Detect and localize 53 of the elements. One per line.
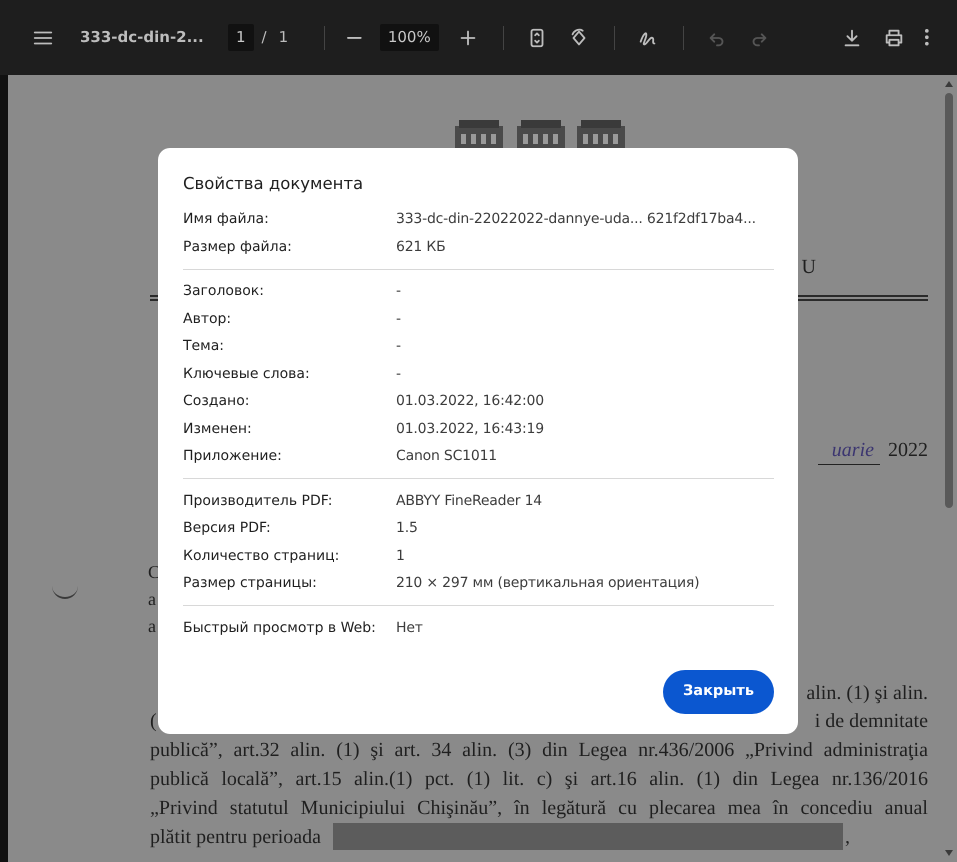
scrollbar-thumb[interactable] <box>944 93 952 508</box>
page-count: 1 <box>278 27 288 48</box>
close-button[interactable]: Закрыть <box>663 670 774 714</box>
property-value: Нет <box>396 618 423 638</box>
text-line: publică”, art.32 alin. (1) şi art. 34 alin. (3) din Legea nr.436/2006 „Privind administraţia <box>150 738 928 764</box>
property-label: Тема: <box>183 337 226 356</box>
property-label: Изменен: <box>183 420 253 438</box>
property-value: - <box>396 310 401 328</box>
property-label: Производитель PDF: <box>183 492 334 510</box>
minus-icon <box>347 36 362 38</box>
property-label: Версия PDF: <box>183 519 272 538</box>
text-line: „Privind statutul Municipiului Chişinău”, în legătură cu plecarea mea în concediu anual <box>150 796 928 821</box>
text-line: plătit pentru perioada <box>150 824 322 850</box>
document-title: 333-dc-din-2... <box>80 27 205 48</box>
property-label: Приложение: <box>183 447 283 466</box>
property-value: 1.5 <box>396 519 418 538</box>
property-label: Размер страницы: <box>183 574 318 593</box>
dialog-title: Свойства документа <box>183 173 364 195</box>
property-label: Размер файла: <box>183 238 293 256</box>
property-value: 01.03.2022, 16:43:19 <box>396 420 544 438</box>
text-fragment: a <box>148 588 156 609</box>
handwritten-date: uarie <box>818 436 880 465</box>
property-label: Имя файла: <box>183 210 270 229</box>
header-text: U <box>802 255 816 280</box>
text-fragment: i de demnitate <box>814 709 928 734</box>
scroll-down-icon[interactable] <box>944 850 952 856</box>
property-label: Автор: <box>183 310 232 328</box>
property-label: Ключевые слова: <box>183 364 311 384</box>
text-fragment: alin. (1) şi alin. <box>806 680 928 706</box>
text-fragment: , <box>845 824 850 850</box>
property-label: Создано: <box>183 392 250 411</box>
property-value: ABBYY FineReader 14 <box>396 492 542 510</box>
property-value: - <box>396 364 401 384</box>
text-fragment: ( <box>150 709 157 734</box>
text-line: publică locală”, art.15 alin.(1) pct. (1) lit. c) şi art.16 alin. (1) din Legea nr.136/2016 <box>150 766 928 792</box>
more-icon <box>925 29 929 46</box>
property-value: 210 × 297 мм (вертикальная ориентация) <box>396 574 700 593</box>
property-value: 333-dc-din-22022022-dannye-uda... 621f2df17ba4... <box>396 210 756 229</box>
text-fragment: a <box>148 616 156 636</box>
zoom-field[interactable]: 100% <box>380 24 439 51</box>
page-separator: / <box>262 27 267 48</box>
property-label: Количество страниц: <box>183 546 340 566</box>
scroll-up-icon[interactable] <box>944 81 952 87</box>
year-text: 2022 <box>888 438 928 463</box>
property-value: 1 <box>396 546 405 566</box>
property-label: Заголовок: <box>183 282 265 301</box>
property-value: Canon SC1011 <box>396 447 498 466</box>
property-value: - <box>396 337 401 356</box>
property-value: 621 КБ <box>396 238 446 256</box>
property-value: - <box>396 282 401 301</box>
property-value: 01.03.2022, 16:42:00 <box>396 392 544 411</box>
page-number-field[interactable]: 1 <box>228 24 254 51</box>
property-label: Быстрый просмотр в Web: <box>183 618 377 638</box>
